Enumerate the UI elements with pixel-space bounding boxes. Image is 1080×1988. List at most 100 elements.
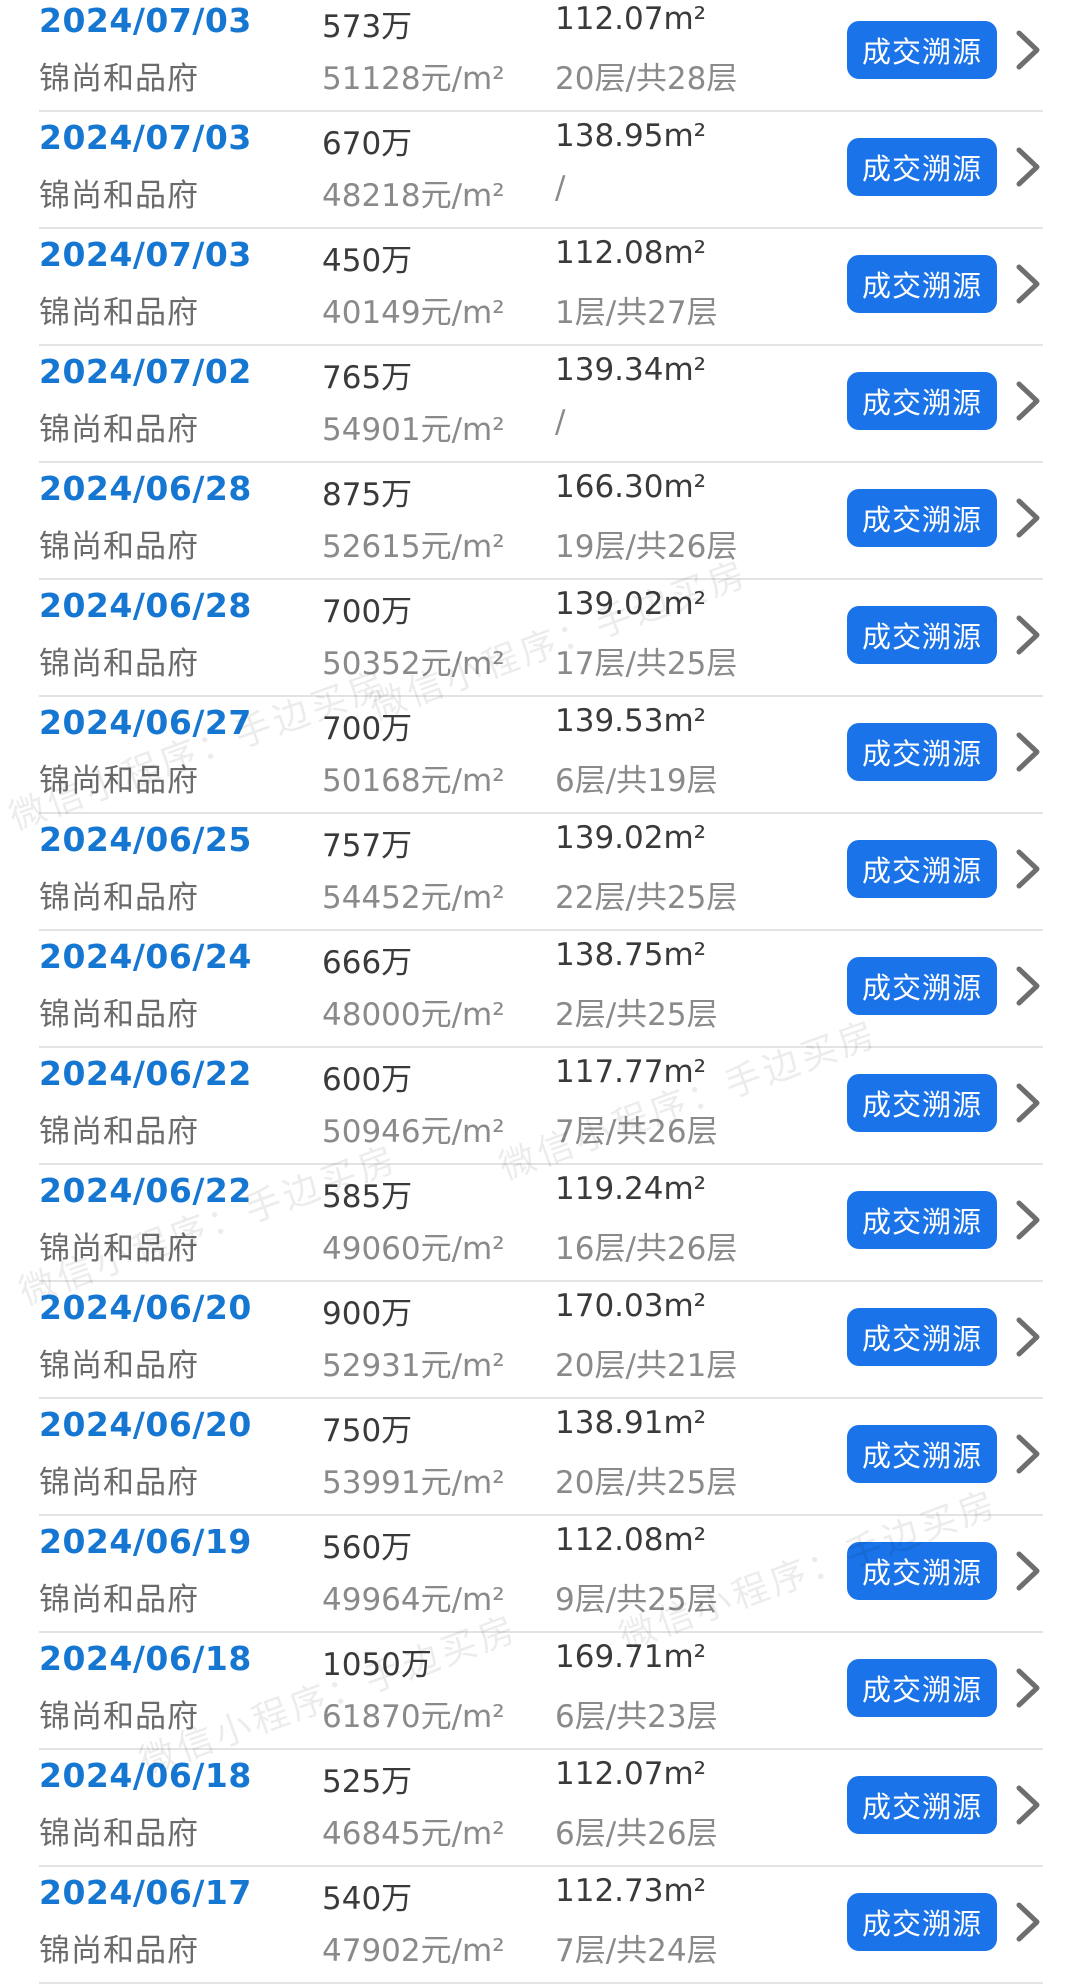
transaction-row[interactable]: 2024/06/19 锦尚和品府 560万 49964元/m² 112.08m² 9层/共… — [0, 1516, 1080, 1633]
total-price: 900万 — [322, 1296, 413, 1332]
transaction-date: 2024/06/24 — [39, 937, 252, 976]
unit-price: 48000元/m² — [322, 997, 505, 1033]
unit-price: 49964元/m² — [322, 1582, 505, 1618]
chevron-right-icon[interactable] — [1013, 1899, 1043, 1945]
chevron-right-icon[interactable] — [1013, 729, 1043, 775]
transaction-row[interactable]: 2024/06/20 锦尚和品府 900万 52931元/m² 170.03m² 20层/… — [0, 1282, 1080, 1399]
trace-transaction-button[interactable]: 成交溯源 — [847, 138, 997, 196]
transaction-date: 2024/07/03 — [39, 118, 252, 157]
unit-price: 40149元/m² — [322, 295, 505, 331]
unit-price: 54901元/m² — [322, 412, 505, 448]
transaction-date: 2024/06/20 — [39, 1288, 252, 1327]
unit-price: 53991元/m² — [322, 1465, 505, 1501]
total-price: 700万 — [322, 711, 413, 747]
community-name: 锦尚和品府 — [39, 529, 199, 565]
trace-transaction-button[interactable]: 成交溯源 — [847, 606, 997, 664]
transaction-row[interactable]: 2024/06/17 锦尚和品府 540万 47902元/m² 112.73m² 7层/共… — [0, 1867, 1080, 1984]
chevron-right-icon[interactable] — [1013, 1782, 1043, 1828]
area: 139.53m² — [555, 703, 707, 739]
area: 169.71m² — [555, 1639, 707, 1675]
total-price: 750万 — [322, 1413, 413, 1449]
transaction-row[interactable]: 2024/06/25 锦尚和品府 757万 54452元/m² 139.02m² 22层/… — [0, 814, 1080, 931]
trace-transaction-button[interactable]: 成交溯源 — [847, 255, 997, 313]
chevron-right-icon[interactable] — [1013, 1665, 1043, 1711]
chevron-right-icon[interactable] — [1013, 1197, 1043, 1243]
total-price: 600万 — [322, 1062, 413, 1098]
trace-transaction-button[interactable]: 成交溯源 — [847, 1776, 997, 1834]
trace-transaction-button[interactable]: 成交溯源 — [847, 840, 997, 898]
chevron-right-icon[interactable] — [1013, 1080, 1043, 1126]
transaction-row[interactable]: 2024/06/28 锦尚和品府 700万 50352元/m² 139.02m² 17层/… — [0, 580, 1080, 697]
chevron-right-icon[interactable] — [1013, 27, 1043, 73]
floor-info: 9层/共25层 — [555, 1582, 718, 1618]
total-price: 525万 — [322, 1764, 413, 1800]
area: 139.02m² — [555, 820, 707, 856]
floor-info: 1层/共27层 — [555, 295, 718, 331]
community-name: 锦尚和品府 — [39, 295, 199, 331]
floor-info: 19层/共26层 — [555, 529, 738, 565]
total-price: 573万 — [322, 9, 413, 45]
unit-price: 48218元/m² — [322, 178, 505, 214]
trace-transaction-button[interactable]: 成交溯源 — [847, 1893, 997, 1951]
chevron-right-icon[interactable] — [1013, 846, 1043, 892]
floor-info: 7层/共26层 — [555, 1114, 718, 1150]
transaction-date: 2024/06/28 — [39, 586, 252, 625]
transaction-date: 2024/07/02 — [39, 352, 252, 391]
area: 112.08m² — [555, 1522, 707, 1558]
transaction-date: 2024/06/18 — [39, 1756, 252, 1795]
transaction-row[interactable]: 2024/06/28 锦尚和品府 875万 52615元/m² 166.30m² 19层/… — [0, 463, 1080, 580]
trace-transaction-button[interactable]: 成交溯源 — [847, 723, 997, 781]
unit-price: 50352元/m² — [322, 646, 505, 682]
area: 112.73m² — [555, 1873, 707, 1909]
chevron-right-icon[interactable] — [1013, 1431, 1043, 1477]
transaction-row[interactable]: 2024/07/03 锦尚和品府 450万 40149元/m² 112.08m² 1层/共… — [0, 229, 1080, 346]
transaction-row[interactable]: 2024/07/03 锦尚和品府 670万 48218元/m² 138.95m² / 成交溯… — [0, 112, 1080, 229]
transaction-row[interactable]: 2024/06/27 锦尚和品府 700万 50168元/m² 139.53m² 6层/共… — [0, 697, 1080, 814]
unit-price: 54452元/m² — [322, 880, 505, 916]
chevron-right-icon[interactable] — [1013, 261, 1043, 307]
community-name: 锦尚和品府 — [39, 880, 199, 916]
trace-transaction-button[interactable]: 成交溯源 — [847, 1542, 997, 1600]
trace-transaction-button[interactable]: 成交溯源 — [847, 21, 997, 79]
transaction-row[interactable]: 2024/06/24 锦尚和品府 666万 48000元/m² 138.75m² 2层/共… — [0, 931, 1080, 1048]
transaction-row[interactable]: 2024/06/22 锦尚和品府 600万 50946元/m² 117.77m² 7层/共… — [0, 1048, 1080, 1165]
total-price: 585万 — [322, 1179, 413, 1215]
chevron-right-icon[interactable] — [1013, 963, 1043, 1009]
transaction-row[interactable]: 2024/06/22 锦尚和品府 585万 49060元/m² 119.24m² 16层/… — [0, 1165, 1080, 1282]
transaction-row[interactable]: 2024/06/18 锦尚和品府 1050万 61870元/m² 169.71m² 6层/… — [0, 1633, 1080, 1750]
transaction-row[interactable]: 2024/06/18 锦尚和品府 525万 46845元/m² 112.07m² 6层/共… — [0, 1750, 1080, 1867]
area: 170.03m² — [555, 1288, 707, 1324]
trace-transaction-button[interactable]: 成交溯源 — [847, 1425, 997, 1483]
transaction-date: 2024/06/25 — [39, 820, 252, 859]
transaction-date: 2024/06/22 — [39, 1171, 252, 1210]
transaction-row[interactable]: 2024/07/02 锦尚和品府 765万 54901元/m² 139.34m² / 成交溯… — [0, 346, 1080, 463]
transaction-date: 2024/06/17 — [39, 1873, 252, 1912]
transaction-row[interactable]: 2024/07/03 锦尚和品府 573万 51128元/m² 112.07m² 20层/… — [0, 0, 1080, 112]
chevron-right-icon[interactable] — [1013, 378, 1043, 424]
transaction-date: 2024/06/28 — [39, 469, 252, 508]
chevron-right-icon[interactable] — [1013, 495, 1043, 541]
chevron-right-icon[interactable] — [1013, 144, 1043, 190]
floor-info: 20层/共25层 — [555, 1465, 738, 1501]
trace-transaction-button[interactable]: 成交溯源 — [847, 372, 997, 430]
trace-transaction-button[interactable]: 成交溯源 — [847, 1074, 997, 1132]
chevron-right-icon[interactable] — [1013, 612, 1043, 658]
chevron-right-icon[interactable] — [1013, 1548, 1043, 1594]
trace-transaction-button[interactable]: 成交溯源 — [847, 1659, 997, 1717]
trace-transaction-button[interactable]: 成交溯源 — [847, 489, 997, 547]
area: 138.95m² — [555, 118, 707, 154]
community-name: 锦尚和品府 — [39, 178, 199, 214]
trace-transaction-button[interactable]: 成交溯源 — [847, 957, 997, 1015]
community-name: 锦尚和品府 — [39, 997, 199, 1033]
floor-info: 17层/共25层 — [555, 646, 738, 682]
trace-transaction-button[interactable]: 成交溯源 — [847, 1308, 997, 1366]
area: 117.77m² — [555, 1054, 707, 1090]
floor-info: 20层/共28层 — [555, 61, 738, 97]
chevron-right-icon[interactable] — [1013, 1314, 1043, 1360]
unit-price: 50168元/m² — [322, 763, 505, 799]
community-name: 锦尚和品府 — [39, 1231, 199, 1267]
transaction-date: 2024/06/18 — [39, 1639, 252, 1678]
transaction-row[interactable]: 2024/06/20 锦尚和品府 750万 53991元/m² 138.91m² 20层/… — [0, 1399, 1080, 1516]
total-price: 875万 — [322, 477, 413, 513]
trace-transaction-button[interactable]: 成交溯源 — [847, 1191, 997, 1249]
